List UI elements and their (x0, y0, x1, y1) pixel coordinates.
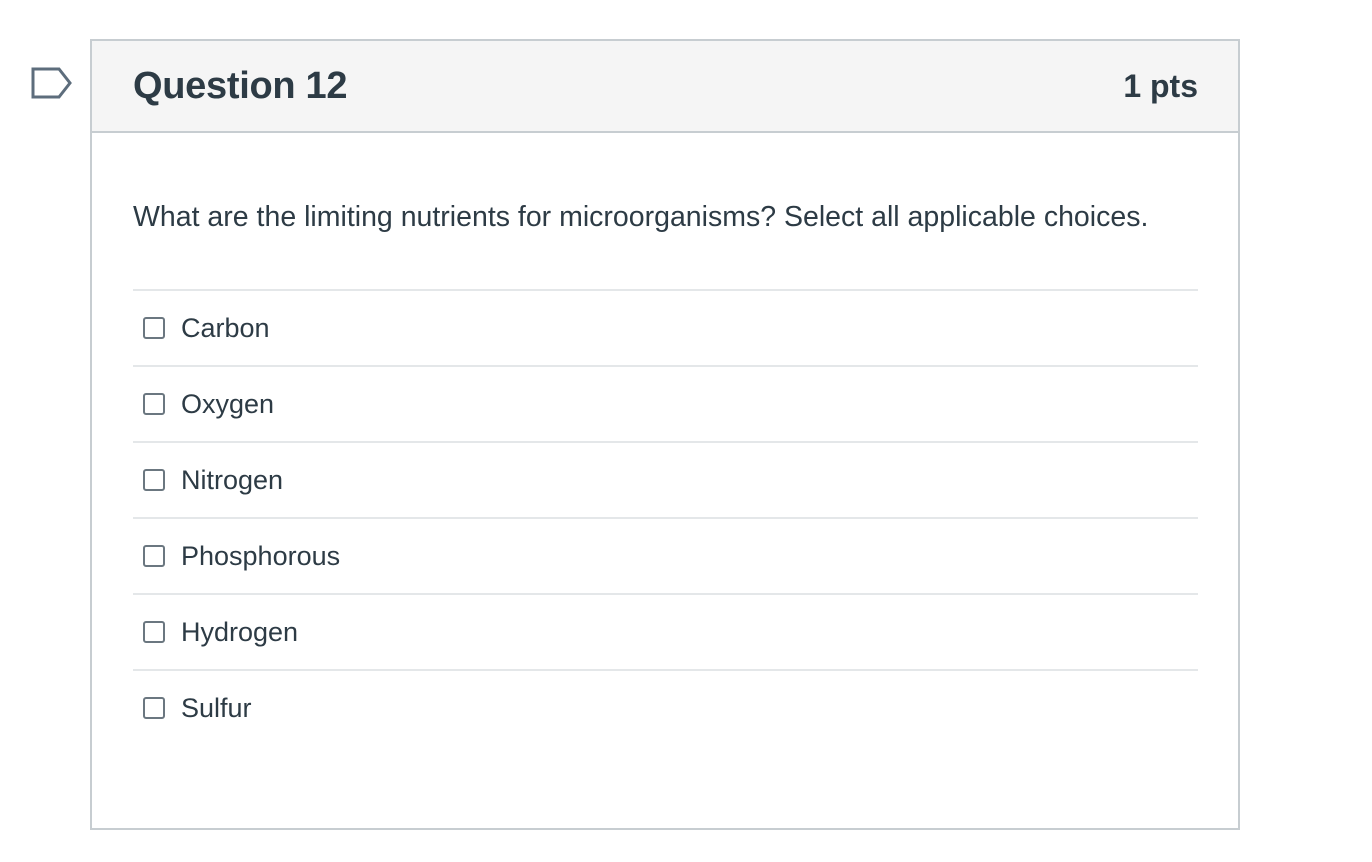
question-text: What are the limiting nutrients for micr… (133, 201, 1149, 233)
answer-option[interactable]: Phosphorous (133, 519, 1198, 595)
answer-label: Sulfur (181, 692, 252, 723)
question-card: Question 12 1 pts What are the limiting … (90, 39, 1240, 830)
answer-checkbox[interactable] (143, 697, 165, 719)
answer-label: Oxygen (181, 388, 275, 419)
question-header: Question 12 1 pts (92, 41, 1238, 133)
answer-checkbox[interactable] (143, 317, 165, 339)
answer-option[interactable]: Nitrogen (133, 443, 1198, 519)
answer-checkbox[interactable] (143, 393, 165, 415)
answer-option[interactable]: Oxygen (133, 367, 1198, 443)
answer-label: Hydrogen (181, 616, 299, 647)
flag-question-icon[interactable] (30, 66, 74, 100)
question-points: 1 pts (1123, 67, 1198, 104)
answer-label: Carbon (181, 312, 270, 343)
answer-checkbox[interactable] (143, 545, 165, 567)
answer-option[interactable]: Sulfur (133, 671, 1198, 745)
answer-list: Carbon Oxygen Nitrogen Phosphorous Hydro… (133, 289, 1198, 745)
answer-option[interactable]: Carbon (133, 291, 1198, 367)
answer-label: Nitrogen (181, 464, 284, 495)
answer-checkbox[interactable] (143, 621, 165, 643)
question-title: Question 12 (133, 64, 348, 107)
question-body: What are the limiting nutrients for micr… (92, 193, 1238, 745)
answer-label: Phosphorous (181, 540, 341, 571)
answer-option[interactable]: Hydrogen (133, 595, 1198, 671)
answer-checkbox[interactable] (143, 469, 165, 491)
quiz-page: Question 12 1 pts What are the limiting … (0, 0, 1372, 862)
